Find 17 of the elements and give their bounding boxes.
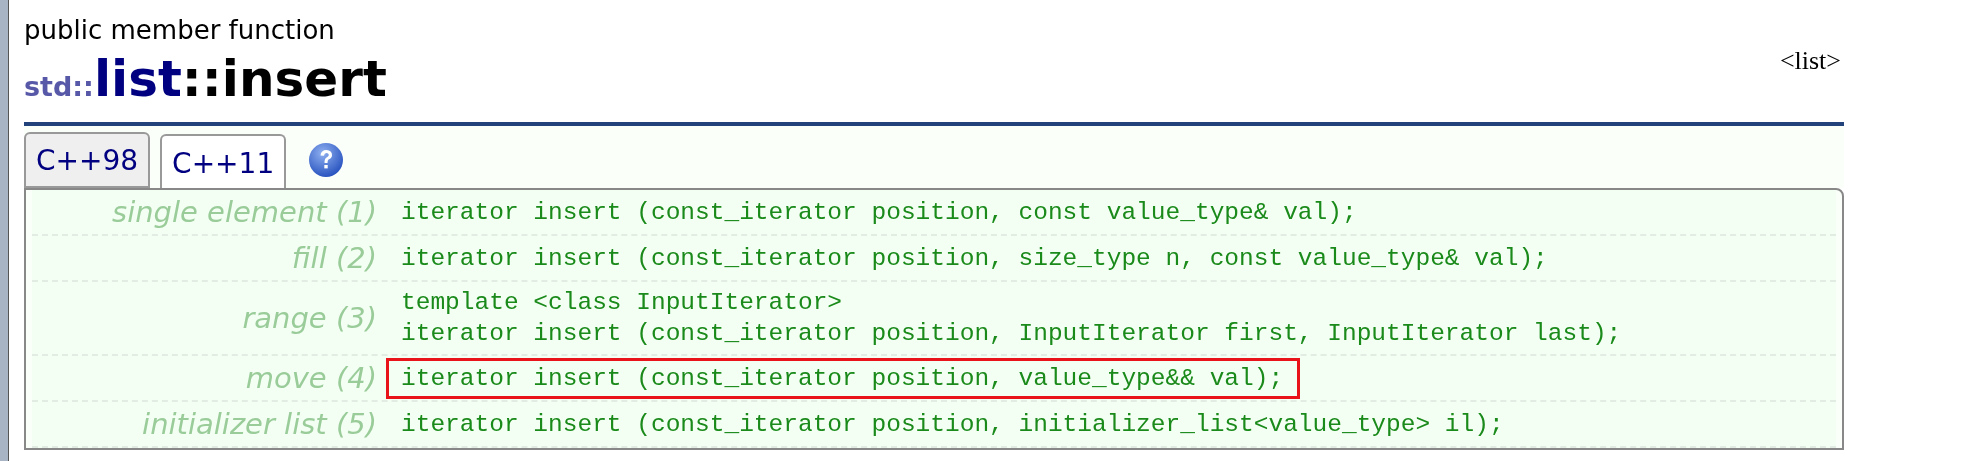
code-line: iterator insert (const_iterator position, const value_type& val); xyxy=(401,197,1357,228)
overload-label: range (3) xyxy=(241,301,378,335)
overload-label: initializer list (5) xyxy=(141,407,378,441)
page-title: std::list::insert xyxy=(24,50,387,110)
overload-label: single element (1) xyxy=(111,195,378,229)
code-line: iterator insert (const_iterator position, InputIterator first, InputIterator last); xyxy=(401,319,1622,349)
code-line: iterator insert (const_iterator position, size_type n, const value_type& val); xyxy=(401,243,1548,274)
code-line: iterator insert (const_iterator position, value_type&& val); xyxy=(401,363,1284,394)
overload-label: move (4) xyxy=(244,361,378,395)
overload-label: fill (2) xyxy=(290,241,378,275)
standard-tab[interactable]: C++98 xyxy=(24,132,151,188)
standard-tab[interactable]: C++11 xyxy=(160,134,287,190)
code-line: iterator insert (const_iterator position, initializer_list<value_type> il); xyxy=(401,409,1504,440)
member-category: public member function xyxy=(24,14,336,46)
header-name: <list> xyxy=(1779,46,1841,76)
help-icon[interactable] xyxy=(308,142,345,178)
code-line: template <class InputIterator> xyxy=(401,288,844,318)
